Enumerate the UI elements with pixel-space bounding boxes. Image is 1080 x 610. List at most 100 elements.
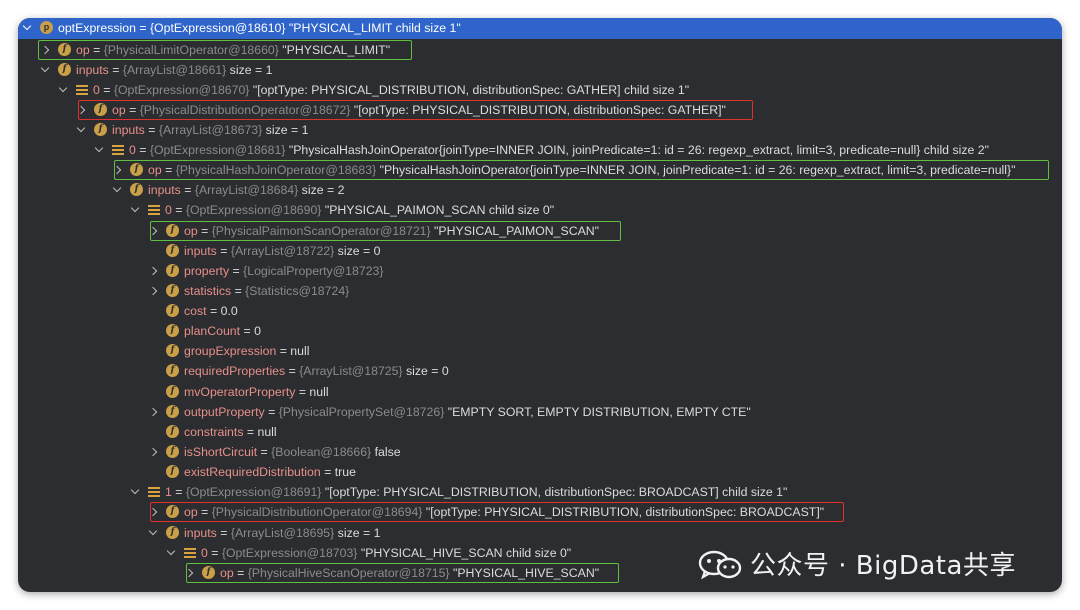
row-type: {OptExpression@18690} [185, 203, 322, 217]
chevron-right-icon[interactable] [148, 502, 160, 522]
chevron-down-icon[interactable] [94, 140, 106, 160]
row-value: "PHYSICAL_LIMIT" [278, 43, 391, 57]
tree-row-groupexpression[interactable]: f groupExpression = null [148, 341, 309, 361]
chevron-right-icon[interactable] [76, 100, 88, 120]
row-eq: = [197, 224, 212, 238]
row-value: size = 1 [226, 63, 273, 77]
chevron-right-icon[interactable] [148, 442, 160, 462]
row-eq: = [243, 425, 258, 439]
row-value: size = 0 [402, 364, 449, 378]
chevron-down-icon[interactable] [130, 482, 142, 502]
tree-row-inputs[interactable]: f inputs = {ArrayList@18684} size = 2 [112, 180, 344, 200]
wechat-icon [698, 550, 742, 579]
tree-row-element-1[interactable]: 1 = {OptExpression@18691} "[optType: PHY… [130, 482, 787, 502]
tree-row-inputs[interactable]: f inputs = {ArrayList@18661} size = 1 [40, 60, 272, 80]
row-label: inputs [184, 526, 217, 540]
field-icon: f [166, 224, 179, 238]
chevron-down-icon[interactable] [166, 543, 178, 563]
row-eq: = [99, 83, 114, 97]
row-type: {PhysicalDistributionOperator@18694} [211, 505, 423, 519]
tree-row-op[interactable]: f op = {PhysicalDistributionOperator@1867… [76, 100, 726, 120]
chevron-down-icon[interactable] [22, 18, 34, 38]
chevron-down-icon[interactable] [76, 120, 88, 140]
row-eq: = [180, 183, 195, 197]
list-element-icon [148, 204, 160, 215]
tree-row-outputproperty[interactable]: f outputProperty = {PhysicalPropertySet@1… [148, 402, 751, 422]
chevron-right-icon[interactable] [148, 402, 160, 422]
tree-row-element-0[interactable]: 0 = {OptExpression@18703} "PHYSICAL_HIVE… [166, 543, 571, 563]
tree-row-plancount[interactable]: f planCount = 0 [148, 321, 261, 341]
field-icon: f [130, 183, 143, 197]
tree-row-existrequireddistribution[interactable]: f existRequiredDistribution = true [148, 462, 356, 482]
row-eq: = [257, 445, 272, 459]
tree-row-requiredproperties[interactable]: f requiredProperties = {ArrayList@18725} … [148, 361, 449, 381]
chevron-right-icon[interactable] [112, 160, 124, 180]
chevron-down-icon[interactable] [40, 60, 52, 80]
chevron-down-icon[interactable] [130, 200, 142, 220]
debugger-variables-panel: p optExpression = {OptExpression@18610} "… [18, 18, 1062, 592]
row-type: {OptExpression@18691} [185, 485, 322, 499]
row-value: "[optType: PHYSICAL_DISTRIBUTION, distri… [321, 485, 788, 499]
tree-row-inputs[interactable]: f inputs = {ArrayList@18695} size = 1 [148, 523, 380, 543]
tree-row-element-0[interactable]: 0 = {OptExpression@18681} "PhysicalHashJ… [94, 140, 989, 160]
row-type: {PhysicalPaimonScanOperator@18721} [211, 224, 431, 238]
row-label: op [112, 103, 126, 117]
row-eq: = [285, 364, 300, 378]
row-label: 0 [93, 83, 100, 97]
tree-row-op[interactable]: f op = {PhysicalHiveScanOperator@18715} "… [184, 563, 599, 583]
row-label: 0 [129, 143, 136, 157]
tree-row-isshortcircuit[interactable]: f isShortCircuit = {Boolean@18666} false [148, 442, 401, 462]
chevron-right-icon[interactable] [40, 40, 52, 60]
row-label: op [184, 224, 198, 238]
chevron-right-icon[interactable] [148, 281, 160, 301]
tree-row-op[interactable]: f op = {PhysicalHashJoinOperator@18683} "… [112, 160, 1015, 180]
row-eq: = [231, 284, 246, 298]
field-icon: f [166, 324, 179, 338]
row-value: "PHYSICAL_HIVE_SCAN child size 0" [357, 546, 572, 560]
tree-row-mvoperatorproperty[interactable]: f mvOperatorProperty = null [148, 382, 329, 402]
chevron-down-icon[interactable] [112, 180, 124, 200]
row-label: 0 [165, 203, 172, 217]
toggle-spacer [148, 301, 160, 321]
tree-row-op[interactable]: f op = {PhysicalDistributionOperator@1869… [148, 502, 824, 522]
tree-row-statistics[interactable]: f statistics = {Statistics@18724} [148, 281, 349, 301]
field-icon: f [166, 505, 179, 519]
tree-row-op[interactable]: f op = {PhysicalLimitOperator@18660} "PHY… [40, 40, 390, 60]
watermark-text: 公众号 · BigData共享 [750, 551, 1016, 581]
tree-row-element-0[interactable]: 0 = {OptExpression@18670} "[optType: PHY… [58, 80, 689, 100]
row-label: outputProperty [184, 405, 265, 419]
row-value: "[optType: PHYSICAL_DISTRIBUTION, distri… [422, 505, 825, 519]
toggle-spacer [148, 241, 160, 261]
row-eq: = [216, 244, 231, 258]
row-eq: = [240, 324, 255, 338]
tree-row-element-0[interactable]: 0 = {OptExpression@18690} "PHYSICAL_PAIM… [130, 200, 554, 220]
chevron-right-icon[interactable] [148, 221, 160, 241]
tree-row-constraints[interactable]: f constraints = null [148, 422, 277, 442]
tree-row-op[interactable]: f op = {PhysicalPaimonScanOperator@18721}… [148, 221, 599, 241]
chevron-right-icon[interactable] [148, 261, 160, 281]
row-label: planCount [184, 324, 241, 338]
row-eq: = [135, 143, 150, 157]
toggle-spacer [148, 462, 160, 482]
tree-row-optexpression[interactable]: p optExpression = {OptExpression@18610} "… [22, 18, 461, 38]
tree-row-inputs[interactable]: f inputs = {ArrayList@18722} size = 0 [148, 241, 380, 261]
field-icon: f [202, 566, 215, 580]
row-label: constraints [184, 425, 244, 439]
tree-row-property[interactable]: f property = {LogicalProperty@18723} [148, 261, 383, 281]
row-value: "EMPTY SORT, EMPTY DISTRIBUTION, EMPTY C… [444, 405, 751, 419]
field-icon: f [166, 445, 179, 459]
row-eq: = [197, 505, 212, 519]
field-icon: f [94, 103, 107, 117]
tree-row-inputs[interactable]: f inputs = {ArrayList@18673} size = 1 [76, 120, 308, 140]
row-label: property [184, 264, 230, 278]
row-eq: = [161, 163, 176, 177]
field-icon: f [166, 244, 179, 258]
row-eq: = [171, 485, 186, 499]
row-value: size = 1 [262, 123, 309, 137]
chevron-down-icon[interactable] [58, 80, 70, 100]
field-icon: f [58, 63, 71, 77]
tree-row-cost[interactable]: f cost = 0.0 [148, 301, 238, 321]
chevron-down-icon[interactable] [148, 523, 160, 543]
row-label: existRequiredDistribution [184, 465, 321, 479]
chevron-right-icon[interactable] [184, 563, 196, 583]
